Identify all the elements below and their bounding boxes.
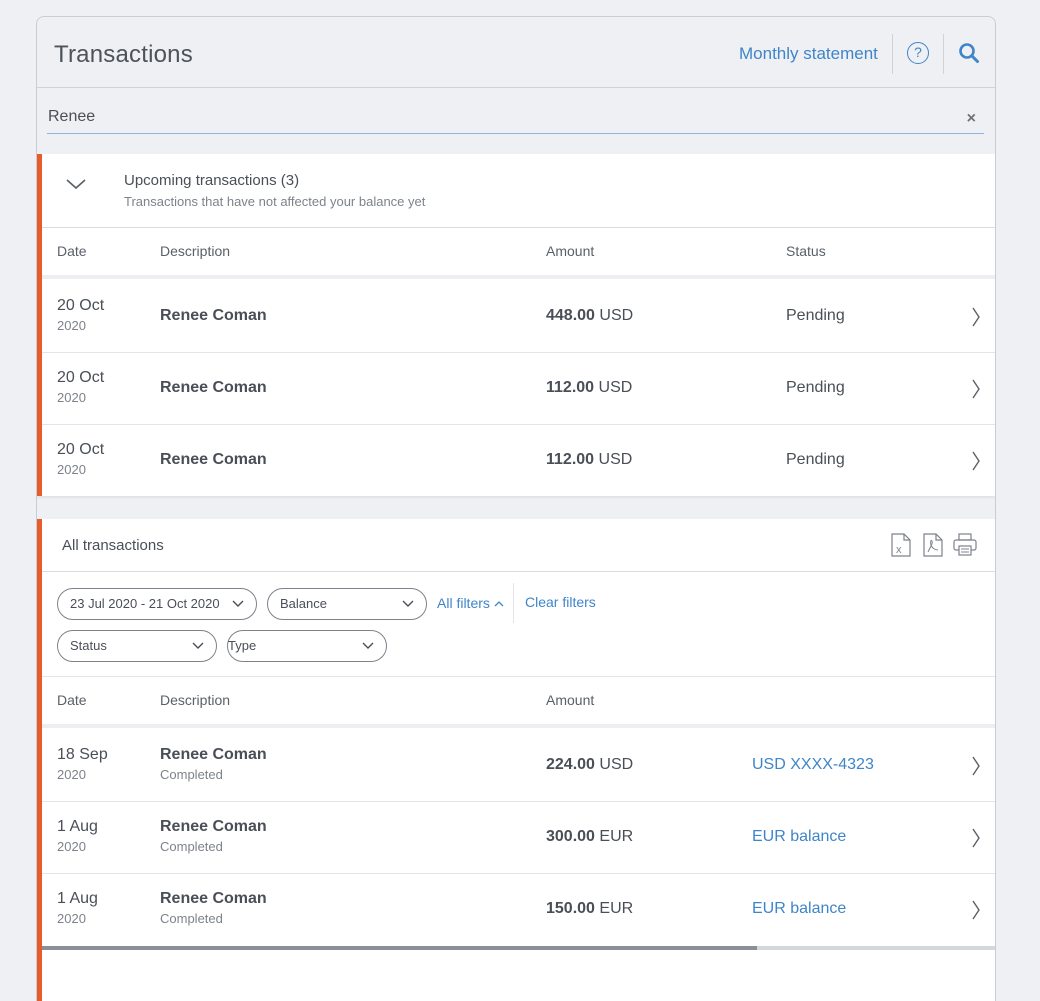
upcoming-table-header: Date Description Amount Status (42, 228, 995, 279)
all-filters-link[interactable]: All filters (437, 595, 504, 611)
type-label: Type (228, 638, 257, 653)
row-year: 2020 (57, 318, 86, 333)
row-status: Pending (786, 307, 845, 324)
column-description: Description (160, 243, 231, 259)
search-input[interactable]: Renee × (47, 104, 984, 134)
row-description: Renee Coman (160, 746, 267, 763)
row-date: 20 Oct (57, 297, 105, 314)
row-account-link[interactable]: EUR balance (752, 900, 846, 918)
row-account-link[interactable]: EUR balance (752, 828, 846, 846)
row-amount: 448.00 USD (546, 307, 634, 324)
row-description: Renee Coman (160, 307, 267, 324)
row-account-link[interactable]: USD XXXX-4323 (752, 756, 874, 774)
row-date: 20 Oct (57, 441, 105, 458)
row-description: Renee Coman (160, 818, 267, 835)
upcoming-subtitle: Transactions that have not affected your… (124, 194, 426, 209)
column-description: Description (160, 692, 231, 708)
chevron-up-icon (494, 601, 504, 607)
row-year: 2020 (57, 767, 86, 782)
row-amount: 112.00 USD (546, 379, 633, 396)
header-divider (892, 34, 893, 74)
table-row[interactable]: 1 Aug 2020 Renee Coman Completed 150.00 … (42, 874, 995, 946)
row-date: 20 Oct (57, 369, 105, 386)
table-row[interactable]: 20 Oct 2020 Renee Coman 448.00 USD Pendi… (42, 281, 995, 353)
scrollbar-thumb[interactable] (42, 946, 757, 950)
row-state: Completed (160, 839, 223, 854)
panel-header: Transactions Monthly statement ? (37, 17, 995, 88)
all-transactions-header: All transactions x (42, 519, 995, 572)
column-date: Date (57, 243, 87, 259)
column-date: Date (57, 692, 87, 708)
table-row[interactable]: 18 Sep 2020 Renee Coman Completed 224.00… (42, 730, 995, 802)
filter-divider (513, 583, 514, 623)
chevron-down-icon (402, 600, 414, 607)
svg-text:x: x (896, 544, 902, 556)
chevron-right-icon[interactable] (971, 449, 981, 473)
table-row[interactable]: 20 Oct 2020 Renee Coman 112.00 USD Pendi… (42, 353, 995, 425)
column-amount: Amount (546, 692, 595, 708)
row-amount: 224.00 USD (546, 756, 634, 773)
column-amount: Amount (546, 243, 595, 259)
all-table-header: Date Description Amount (42, 677, 995, 728)
upcoming-header[interactable]: Upcoming transactions (3) Transactions t… (42, 154, 995, 228)
chevron-right-icon[interactable] (971, 305, 981, 329)
transactions-panel: Transactions Monthly statement ? Renee ×… (36, 16, 996, 1001)
chevron-right-icon[interactable] (971, 898, 981, 922)
row-description: Renee Coman (160, 451, 267, 468)
column-status: Status (786, 243, 826, 259)
row-state: Completed (160, 911, 223, 926)
upcoming-title: Upcoming transactions (3) (124, 172, 300, 189)
row-status: Pending (786, 379, 845, 396)
print-icon[interactable] (952, 532, 978, 558)
table-row[interactable]: 1 Aug 2020 Renee Coman Completed 300.00 … (42, 802, 995, 874)
pdf-export-icon[interactable] (922, 532, 944, 558)
row-description: Renee Coman (160, 890, 267, 907)
chevron-down-icon[interactable] (64, 172, 88, 196)
row-status: Pending (786, 451, 845, 468)
table-row[interactable]: 20 Oct 2020 Renee Coman 112.00 USD Pendi… (42, 425, 995, 497)
row-date: 1 Aug (57, 890, 98, 907)
search-input-value[interactable]: Renee (48, 108, 95, 126)
row-year: 2020 (57, 839, 86, 854)
search-icon[interactable] (957, 41, 981, 65)
balance-filter[interactable]: Balance (267, 588, 427, 620)
excel-export-icon[interactable]: x (890, 532, 912, 558)
all-transactions-title: All transactions (62, 537, 164, 554)
date-range-label: 23 Jul 2020 - 21 Oct 2020 (70, 596, 220, 611)
type-filter[interactable]: Type (227, 630, 387, 662)
chevron-right-icon[interactable] (971, 826, 981, 850)
row-description: Renee Coman (160, 379, 267, 396)
row-year: 2020 (57, 390, 86, 405)
all-transactions-card: All transactions x 23 Jul 2020 - 21 Oct … (37, 519, 995, 1001)
row-date: 18 Sep (57, 746, 108, 763)
clear-search-icon[interactable]: × (967, 110, 976, 128)
header-divider (943, 34, 944, 74)
row-amount: 300.00 EUR (546, 828, 634, 845)
row-amount: 112.00 USD (546, 451, 633, 468)
row-amount: 150.00 EUR (546, 900, 634, 917)
row-state: Completed (160, 767, 223, 782)
clear-filters-link[interactable]: Clear filters (525, 594, 596, 610)
status-label: Status (70, 638, 107, 653)
help-icon[interactable]: ? (907, 42, 929, 64)
horizontal-scrollbar[interactable] (42, 946, 995, 950)
date-range-filter[interactable]: 23 Jul 2020 - 21 Oct 2020 (57, 588, 257, 620)
monthly-statement-link[interactable]: Monthly statement (739, 44, 878, 64)
chevron-right-icon[interactable] (971, 754, 981, 778)
chevron-down-icon (232, 600, 244, 607)
chevron-right-icon[interactable] (971, 377, 981, 401)
chevron-down-icon (362, 642, 374, 649)
upcoming-transactions-card: Upcoming transactions (3) Transactions t… (37, 154, 995, 496)
filter-bar: 23 Jul 2020 - 21 Oct 2020 Balance All fi… (42, 572, 995, 677)
row-year: 2020 (57, 911, 86, 926)
status-filter[interactable]: Status (57, 630, 217, 662)
balance-label: Balance (280, 596, 327, 611)
row-date: 1 Aug (57, 818, 98, 835)
row-year: 2020 (57, 462, 86, 477)
chevron-down-icon (192, 642, 204, 649)
page-title: Transactions (54, 41, 193, 68)
